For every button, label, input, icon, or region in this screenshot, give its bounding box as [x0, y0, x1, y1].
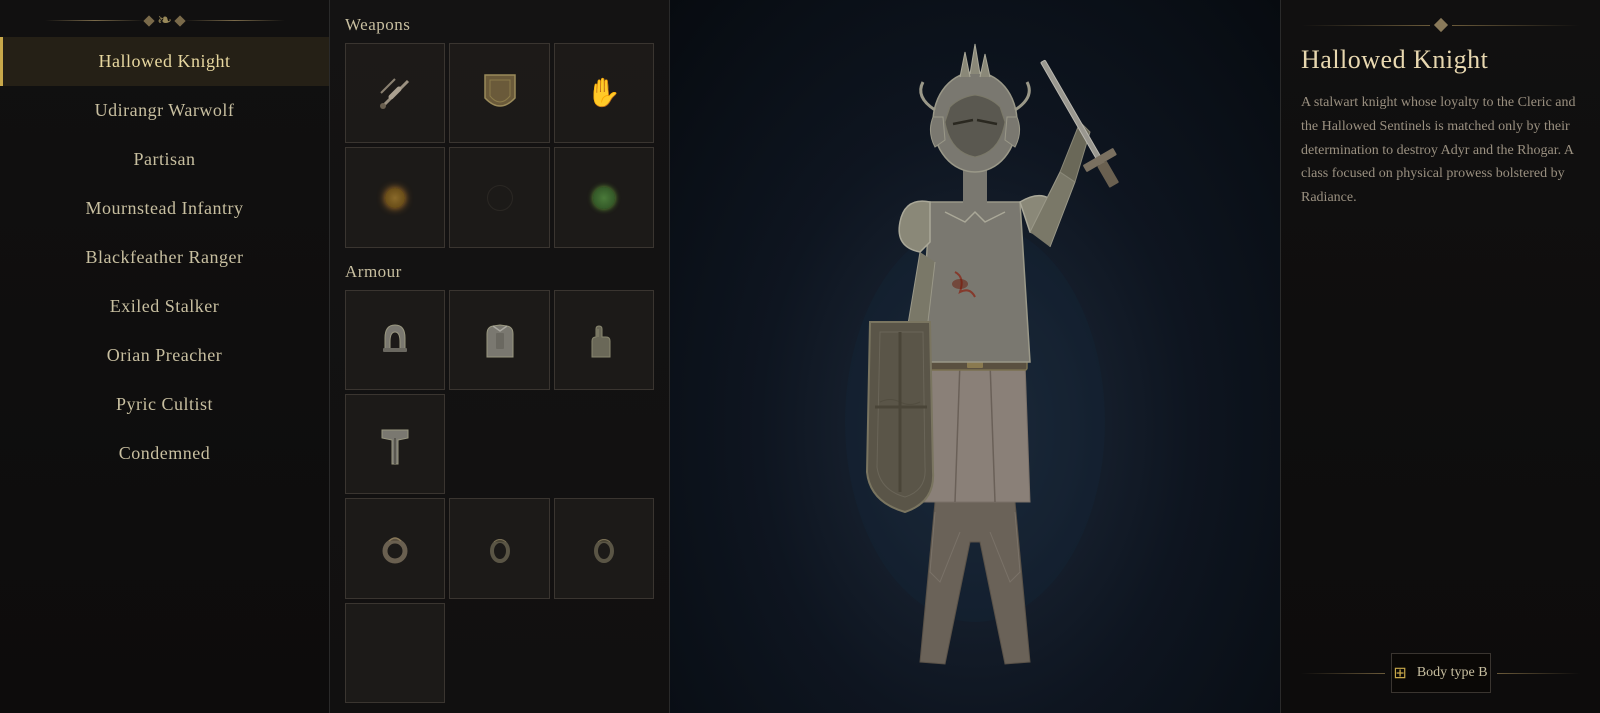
right-class-description: A stalwart knight whose loyalty to the C…: [1301, 91, 1580, 653]
weapons-section: Weapons: [345, 15, 654, 252]
armour-slot-ring2[interactable]: [449, 498, 549, 598]
sidebar: ❧ Hallowed Knight Udirangr Warwolf Partisa…: [0, 0, 330, 713]
sidebar-class-name-3: Mournstead Infantry: [20, 198, 309, 219]
armour-slot-ring1[interactable]: [345, 498, 445, 598]
ornament-scroll-right: [1452, 25, 1581, 26]
weapon-slot-5[interactable]: [449, 147, 549, 247]
body-type-icon: ⊞: [1393, 663, 1406, 683]
armour-slot-empty[interactable]: [345, 603, 445, 703]
armour-slot-gloves[interactable]: [554, 290, 654, 390]
armour-slot-chest[interactable]: [449, 290, 549, 390]
sidebar-item-partisan[interactable]: Partisan: [0, 135, 329, 184]
sidebar-class-name-0: Hallowed Knight: [20, 51, 309, 72]
sidebar-class-name-5: Exiled Stalker: [20, 296, 309, 317]
ring2-icon: [486, 533, 514, 565]
armour-slot-legs-inner: [353, 402, 437, 486]
class-list: Hallowed Knight Udirangr Warwolf Partisan M…: [0, 37, 329, 478]
weapon-slot-3[interactable]: ✋: [554, 43, 654, 143]
weapon-slot-2-inner: [458, 51, 542, 135]
weapon-slot-2[interactable]: [449, 43, 549, 143]
sidebar-class-name-7: Pyric Cultist: [20, 394, 309, 415]
sidebar-item-mournstead-infantry[interactable]: Mournstead Infantry: [0, 184, 329, 233]
sidebar-class-name-6: Orian Preacher: [20, 345, 309, 366]
ornament-fleur: ❧: [157, 10, 172, 31]
weapon-slot-1-inner: [353, 51, 437, 135]
armour-slot-ring3[interactable]: [554, 498, 654, 598]
weapon-slot-3-inner: ✋: [562, 51, 646, 135]
weapons-grid-row2: [345, 147, 654, 247]
armour-slot-chest-inner: [458, 298, 542, 382]
armour-slot-empty-inner: [353, 611, 437, 695]
top-ornament: ❧: [45, 10, 285, 31]
armour-slot-gloves-inner: [562, 298, 646, 382]
weapon-slot-6[interactable]: [554, 147, 654, 247]
empty-slot-icon-1: [487, 185, 513, 211]
ornament-gem: [1433, 18, 1447, 32]
body-type-ornament: ⊞ Body type B: [1301, 653, 1580, 693]
legs-icon: [376, 422, 414, 466]
chest-icon: [479, 319, 521, 361]
sidebar-class-name-2: Partisan: [20, 149, 309, 170]
weapons-label: Weapons: [345, 15, 654, 35]
ornament-line-left: [45, 20, 145, 21]
armour-grid-row1: [345, 290, 654, 495]
sidebar-item-condemned[interactable]: Condemned: [0, 429, 329, 478]
gem-icon-orange: [385, 188, 405, 208]
armour-slot-ring1-inner: [353, 507, 437, 591]
ornament-line-r: [1497, 673, 1581, 674]
right-panel: Hallowed Knight A stalwart knight whose …: [1280, 0, 1600, 713]
armour-section: Armour: [345, 262, 654, 707]
sidebar-item-pyric-cultist[interactable]: Pyric Cultist: [0, 380, 329, 429]
ornament-center: ❧: [145, 10, 184, 31]
ornament-scroll-left: [1301, 25, 1430, 26]
sidebar-item-blackfeather-ranger[interactable]: Blackfeather Ranger: [0, 233, 329, 282]
weapon-slot-4-inner: [353, 156, 437, 240]
ornament-line-right: [184, 20, 284, 21]
sidebar-class-name-4: Blackfeather Ranger: [20, 247, 309, 268]
sidebar-item-orian-preacher[interactable]: Orian Preacher: [0, 331, 329, 380]
shield-icon: [480, 70, 520, 116]
armour-slot-helm[interactable]: [345, 290, 445, 390]
gem-icon-green: [593, 187, 615, 209]
weapon-slot-5-inner: [458, 156, 542, 240]
character-preview: [670, 0, 1280, 713]
middle-panel: Weapons: [330, 0, 670, 713]
body-type-box[interactable]: ⊞ Body type B: [1391, 653, 1491, 693]
hand-icon: ✋: [586, 76, 621, 110]
ring1-icon: [379, 533, 411, 565]
body-type-label: Body type B: [1417, 665, 1488, 681]
armour-slot-helm-inner: [353, 298, 437, 382]
weapons-grid-row1: ✋: [345, 43, 654, 143]
ornament-diamond-right: [174, 15, 185, 26]
armour-slot-ring3-inner: [562, 507, 646, 591]
character-silhouette: [805, 22, 1145, 692]
ring3-icon: [590, 533, 618, 565]
sidebar-class-name-8: Condemned: [20, 443, 309, 464]
right-panel-ornament: [1301, 20, 1580, 30]
sidebar-item-hallowed-knight[interactable]: Hallowed Knight: [0, 37, 329, 86]
ornament-diamond-left: [143, 15, 154, 26]
armour-grid-row2: [345, 498, 654, 703]
armour-slot-ring2-inner: [458, 507, 542, 591]
armour-slot-legs[interactable]: [345, 394, 445, 494]
sidebar-item-udirangr-warwolf[interactable]: Udirangr Warwolf: [0, 86, 329, 135]
weapon-slot-4[interactable]: [345, 147, 445, 247]
character-svg: [805, 22, 1145, 692]
right-class-title: Hallowed Knight: [1301, 45, 1580, 75]
gloves-icon: [586, 319, 622, 361]
weapon-slot-1[interactable]: [345, 43, 445, 143]
sidebar-item-exiled-stalker[interactable]: Exiled Stalker: [0, 282, 329, 331]
body-type-section: ⊞ Body type B: [1301, 653, 1580, 693]
sword-icon: [373, 71, 418, 116]
helm-icon: [375, 320, 415, 360]
ornament-line-l: [1301, 673, 1385, 674]
armour-label: Armour: [345, 262, 654, 282]
sidebar-class-name-1: Udirangr Warwolf: [20, 100, 309, 121]
weapon-slot-6-inner: [562, 156, 646, 240]
